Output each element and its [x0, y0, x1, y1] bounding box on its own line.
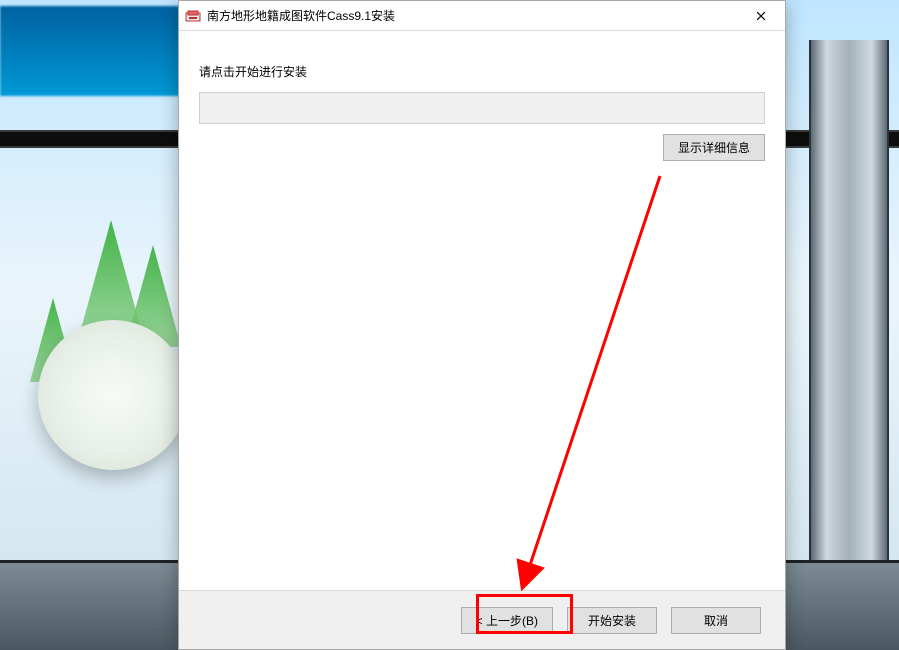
installer-dialog: 南方地形地籍成图软件Cass9.1安装 请点击开始进行安装 显示详细信息 < 上… — [178, 0, 786, 650]
window-title: 南方地形地籍成图软件Cass9.1安装 — [207, 7, 738, 24]
app-icon — [185, 8, 201, 24]
progress-box — [199, 92, 765, 124]
title-bar[interactable]: 南方地形地籍成图软件Cass9.1安装 — [179, 1, 785, 31]
start-install-button[interactable]: 开始安装 — [567, 607, 657, 634]
close-button[interactable] — [738, 2, 783, 30]
dialog-footer: < 上一步(B) 开始安装 取消 — [179, 591, 785, 649]
back-button[interactable]: < 上一步(B) — [461, 607, 553, 634]
close-icon — [756, 11, 766, 21]
dialog-content: 请点击开始进行安装 显示详细信息 — [179, 31, 785, 591]
divider — [179, 590, 785, 591]
cancel-button[interactable]: 取消 — [671, 607, 761, 634]
instruction-text: 请点击开始进行安装 — [199, 63, 765, 80]
show-details-button[interactable]: 显示详细信息 — [663, 134, 765, 161]
